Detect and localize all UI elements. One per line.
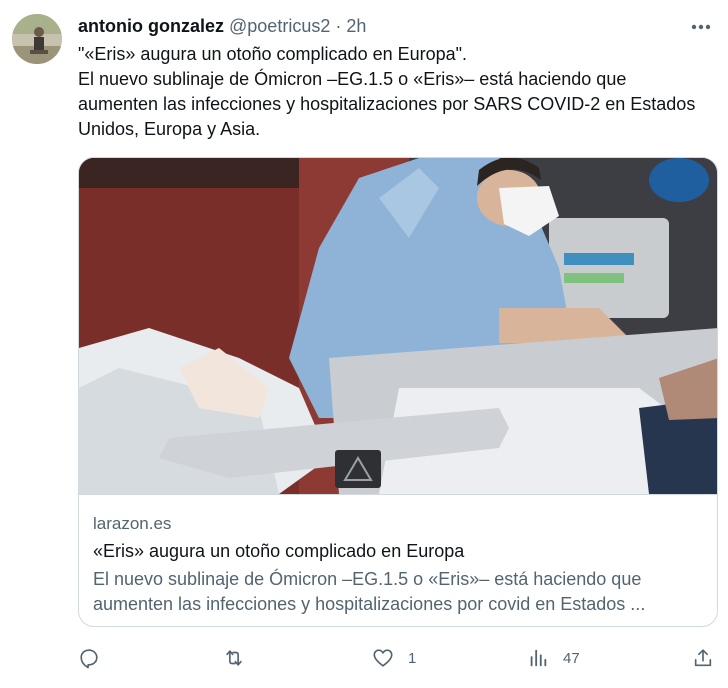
- author-name[interactable]: antonio gonzalez: [78, 16, 224, 36]
- link-card[interactable]: larazon.es «Eris» augura un otoño compli…: [78, 157, 718, 627]
- tweet-text-line: "«Eris» augura un otoño complicado en Eu…: [78, 44, 468, 64]
- timestamp[interactable]: 2h: [346, 16, 366, 36]
- reply-button[interactable]: [78, 642, 100, 674]
- more-dots-icon: [691, 24, 711, 30]
- tweet-text-line: El nuevo sublinaje de Ómicron –EG.1.5 o …: [78, 69, 696, 139]
- card-image[interactable]: [79, 158, 717, 494]
- reply-icon: [80, 649, 98, 669]
- card-body: larazon.es «Eris» augura un otoño compli…: [79, 494, 717, 626]
- views-button[interactable]: 47: [527, 642, 580, 674]
- card-description-line: El nuevo sublinaje de Ómicron –EG.1.5 o …: [93, 569, 642, 589]
- author-handle[interactable]: @poetricus2: [229, 16, 330, 36]
- bar-chart-icon: [530, 649, 547, 667]
- more-options-button[interactable]: [684, 12, 718, 42]
- retweet-icon: [226, 650, 242, 666]
- card-title[interactable]: «Eris» augura un otoño complicado en Eur…: [93, 540, 464, 562]
- card-description: El nuevo sublinaje de Ómicron –EG.1.5 o …: [93, 567, 703, 617]
- like-count: 1: [408, 649, 417, 667]
- tweet: antonio gonzalez @poetricus2 · 2h "«Eris…: [0, 0, 728, 688]
- separator-dot: ·: [335, 16, 342, 36]
- views-count: 47: [563, 649, 580, 667]
- card-domain: larazon.es: [93, 514, 172, 533]
- tweet-text: "«Eris» augura un otoño complicado en Eu…: [78, 42, 698, 142]
- heart-icon: [373, 649, 393, 667]
- tweet-header: antonio gonzalez @poetricus2 · 2h: [78, 14, 366, 38]
- action-bar: 1 47: [78, 642, 718, 674]
- share-icon: [694, 649, 712, 667]
- like-button[interactable]: 1: [372, 642, 416, 674]
- avatar[interactable]: [12, 14, 62, 64]
- card-description-line: aumenten las infecciones y hospitalizaci…: [93, 594, 646, 614]
- retweet-button[interactable]: [223, 642, 245, 674]
- share-button[interactable]: [692, 642, 714, 674]
